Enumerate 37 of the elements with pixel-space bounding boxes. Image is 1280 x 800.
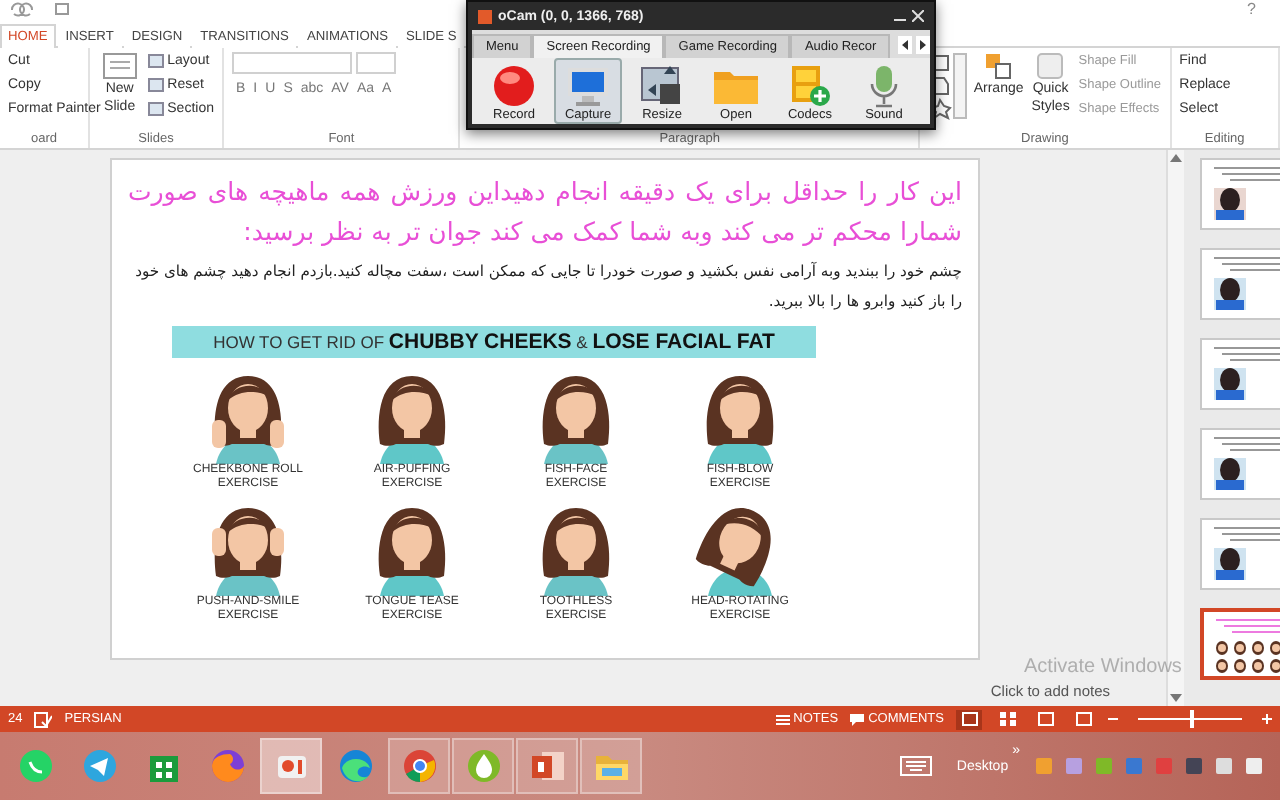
font-size-field[interactable] (356, 51, 396, 74)
slide-thumbnail[interactable] (1200, 248, 1280, 321)
resize-icon (640, 64, 684, 108)
style-swatch-icon (1036, 51, 1065, 80)
app-logo-icon (478, 9, 492, 23)
close-icon[interactable] (912, 10, 924, 22)
spellcheck-icon[interactable] (34, 711, 53, 728)
keyboard-icon[interactable] (900, 756, 933, 776)
slide-thumbnail[interactable] (1200, 158, 1280, 231)
record-circle-icon (492, 64, 536, 108)
view-button[interactable] (994, 709, 1020, 730)
notes-icon (775, 713, 790, 726)
infographic-title: HOW TO GET RID OF CHUBBY CHEEKS & LOSE FACIAL FAT (172, 326, 816, 359)
zoom-in-icon[interactable] (1262, 714, 1272, 725)
chat-bubble-icon[interactable] (17, 748, 53, 784)
film-plus-icon (788, 64, 832, 108)
help-button[interactable]: ? (1247, 0, 1256, 20)
comment-icon (850, 713, 865, 726)
slide-heading: این کار را حداقل برای یک دقیقه انجام دهیداین ورزش همه ماهیچه های صورت شمارا محکم تر می کند وبه شما کمک می کند جوان تر به نظر برسید: (128, 174, 962, 251)
slide-thumbnail[interactable] (1200, 608, 1280, 681)
presentation-app-icon[interactable] (529, 748, 565, 784)
tab-scroll-icon[interactable] (898, 36, 930, 54)
font-name-field[interactable] (232, 51, 352, 74)
view-button[interactable] (1032, 709, 1058, 730)
monitor-icon (566, 64, 610, 108)
activation-notice: Activate Windows (1024, 656, 1182, 678)
slide-thumbnail[interactable] (1200, 518, 1280, 591)
slide-thumbnail[interactable] (1200, 428, 1280, 501)
slide-thumbnail[interactable] (1200, 338, 1280, 411)
view-button[interactable] (956, 709, 982, 730)
fox-globe-icon[interactable] (209, 748, 245, 784)
browser-circle-icon[interactable] (401, 748, 437, 784)
paper-plane-icon[interactable] (81, 748, 117, 784)
view-button[interactable] (1070, 709, 1096, 730)
wave-globe-icon[interactable] (337, 748, 373, 784)
zoom-out-icon[interactable] (1108, 714, 1118, 725)
drop-icon[interactable] (465, 748, 501, 784)
